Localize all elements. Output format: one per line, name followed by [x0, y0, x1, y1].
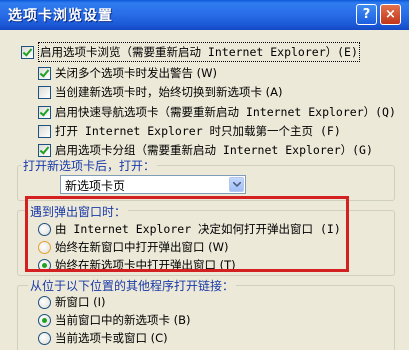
- checkbox-unchecked[interactable]: [38, 85, 51, 99]
- title-bar[interactable]: 选项卡浏览设置 ? ×: [0, 0, 409, 30]
- enable-tabs-checkbox[interactable]: 启用选项卡浏览（需要重新启动 Internet Explorer）(E): [21, 42, 360, 62]
- checkbox-checked[interactable]: [38, 105, 51, 119]
- checkbox-checked[interactable]: [38, 143, 51, 157]
- option-label: 关闭多个选项卡时发出警告 (W): [55, 66, 217, 80]
- new-tab-select[interactable]: 新选项卡页: [60, 175, 246, 194]
- radio-unselected[interactable]: [38, 331, 51, 345]
- option-warn-close-multiple[interactable]: 关闭多个选项卡时发出警告 (W): [38, 64, 217, 82]
- external-option-new-tab[interactable]: 当前窗口中的新选项卡 (B): [38, 311, 191, 329]
- option-label: 新窗口 (I): [55, 295, 106, 309]
- tab-settings-dialog: 选项卡浏览设置 ? × 启用选项卡浏览（需要重新启动 Internet Expl…: [0, 0, 409, 350]
- checkbox-checked[interactable]: [38, 66, 51, 80]
- option-label: 打开 Internet Explorer 时只加载第一个主页 (F): [55, 124, 341, 138]
- option-quick-tabs[interactable]: 启用快速导航选项卡（需要重新启动 Internet Explorer）(Q): [38, 103, 396, 121]
- radio-selected[interactable]: [38, 313, 51, 327]
- external-option-new-window[interactable]: 新窗口 (I): [38, 293, 106, 311]
- option-label: 启用快速导航选项卡（需要重新启动 Internet Explorer）(Q): [55, 105, 396, 119]
- option-load-first-home[interactable]: 打开 Internet Explorer 时只加载第一个主页 (F): [38, 122, 341, 140]
- external-option-current[interactable]: 当前选项卡或窗口 (C): [38, 329, 168, 347]
- option-switch-to-new-tab[interactable]: 当创建新选项卡时，始终切换到新选项卡 (A): [38, 83, 283, 101]
- option-label: 当创建新选项卡时，始终切换到新选项卡 (A): [55, 85, 283, 99]
- dropdown-button[interactable]: [229, 177, 244, 192]
- checkbox-unchecked[interactable]: [38, 124, 51, 138]
- option-label: 当前选项卡或窗口 (C): [55, 331, 168, 345]
- radio-unselected[interactable]: [38, 295, 51, 309]
- help-button[interactable]: ?: [356, 4, 377, 25]
- highlight-annotation: [25, 196, 349, 272]
- checkbox-checked[interactable]: [21, 45, 34, 59]
- enable-tabs-label: 启用选项卡浏览（需要重新启动 Internet Explorer）(E): [38, 42, 360, 62]
- close-button[interactable]: ×: [380, 4, 401, 25]
- new-tab-group-title: 打开新选项卡后，打开：: [21, 157, 158, 174]
- chevron-down-icon: [233, 182, 241, 187]
- external-links-group-title: 从位于以下位置的其他程序打开链接：: [28, 277, 237, 294]
- dialog-title: 选项卡浏览设置: [8, 8, 113, 24]
- new-tab-selected-value: 新选项卡页: [65, 179, 126, 193]
- option-label: 当前窗口中的新选项卡 (B): [55, 313, 191, 327]
